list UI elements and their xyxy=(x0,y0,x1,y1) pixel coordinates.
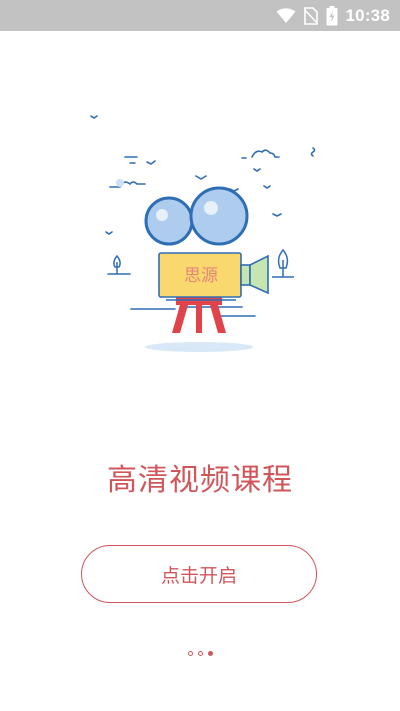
status-time: 10:38 xyxy=(345,5,390,25)
wifi-icon xyxy=(276,7,296,24)
page-indicator xyxy=(0,651,400,656)
status-bar: 10:38 xyxy=(0,0,400,31)
onboarding-headline: 高清视频课程 xyxy=(107,463,293,498)
camera-lens xyxy=(240,254,269,295)
page-dot-1[interactable] xyxy=(187,651,193,656)
film-camera-illustration xyxy=(90,115,316,352)
page-dot-2[interactable] xyxy=(197,651,203,656)
tripod xyxy=(172,296,226,333)
no-sim-icon xyxy=(303,6,318,25)
page-dot-3-active[interactable] xyxy=(207,651,213,656)
start-button[interactable]: 点击开启 xyxy=(81,545,317,603)
camera-brand-label: 思源 xyxy=(184,266,218,286)
shadow-ellipse xyxy=(145,342,253,352)
film-reels xyxy=(144,186,249,246)
battery-charging-icon xyxy=(326,5,338,26)
